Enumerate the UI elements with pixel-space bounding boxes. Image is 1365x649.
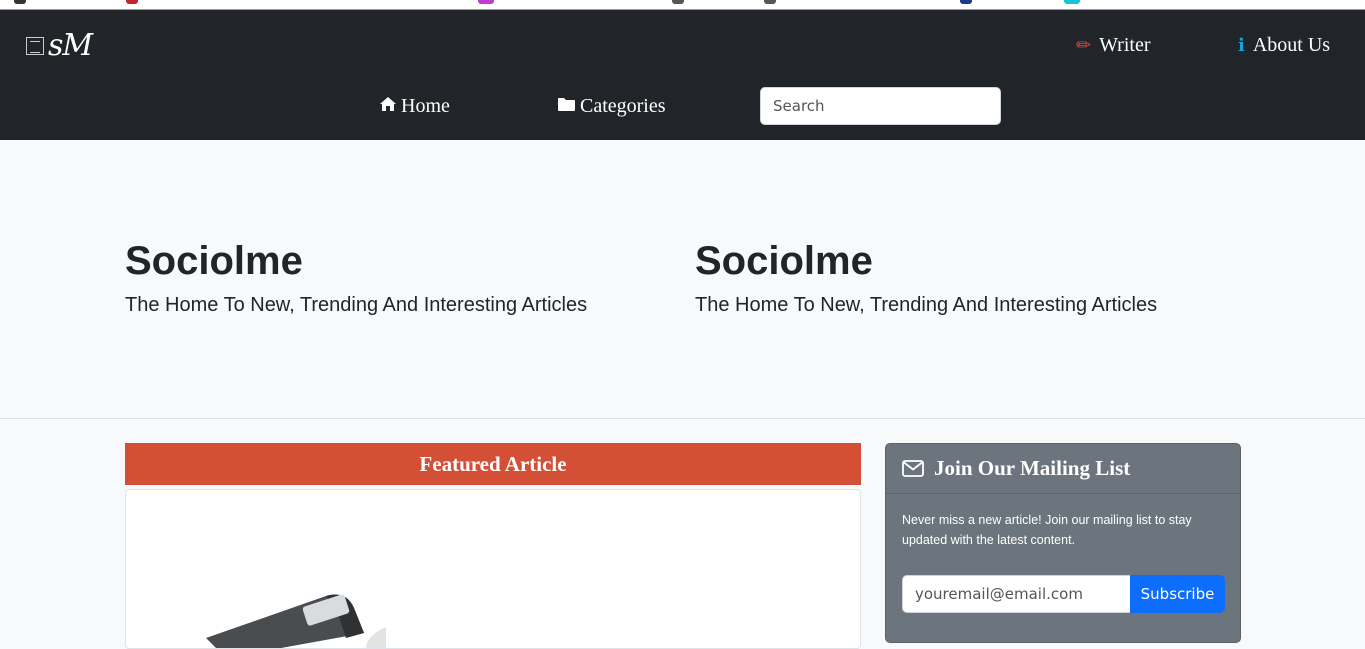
nav-categories-link[interactable]: Categories bbox=[557, 95, 666, 118]
nav-writer-label: Writer bbox=[1099, 34, 1151, 56]
nav-home-link[interactable]: Home bbox=[379, 95, 450, 118]
subscribe-form: Subscribe bbox=[902, 575, 1225, 613]
featured-article-image bbox=[206, 594, 386, 648]
pencil-icon: ✏ bbox=[1076, 35, 1092, 55]
site-logo[interactable]: sM bbox=[26, 28, 93, 63]
bookmark-icon bbox=[126, 0, 138, 4]
info-icon: i bbox=[1238, 35, 1245, 56]
hero-column: Sociolme The Home To New, Trending And I… bbox=[695, 238, 1157, 317]
email-input[interactable] bbox=[902, 575, 1130, 613]
subscribe-button[interactable]: Subscribe bbox=[1130, 575, 1225, 613]
featured-article-card[interactable] bbox=[125, 489, 861, 649]
bookmark-icon bbox=[672, 0, 684, 4]
top-navbar: sM ✏ Writer i About Us Home Categories bbox=[0, 10, 1365, 140]
bookmark-icon bbox=[960, 0, 972, 4]
home-icon bbox=[379, 96, 397, 117]
nav-home-label: Home bbox=[401, 95, 450, 117]
featured-article-header: Featured Article bbox=[125, 443, 861, 485]
nav-about-link[interactable]: i About Us bbox=[1238, 34, 1330, 57]
envelope-icon bbox=[902, 460, 924, 477]
hero-tagline: The Home To New, Trending And Interestin… bbox=[125, 294, 588, 316]
mailing-list-card: Join Our Mailing List Never miss a new a… bbox=[885, 443, 1241, 643]
mailing-list-description: Never miss a new article! Join our maili… bbox=[902, 513, 1192, 547]
hero-banner: Sociolme The Home To New, Trending And I… bbox=[0, 140, 1365, 419]
folder-icon bbox=[557, 97, 576, 117]
mailing-list-title: Join Our Mailing List bbox=[934, 456, 1131, 480]
hero-column: Sociolme The Home To New, Trending And I… bbox=[125, 238, 587, 317]
bookmark-icon bbox=[14, 0, 26, 4]
mailing-list-header: Join Our Mailing List bbox=[886, 444, 1240, 494]
bookmark-icon bbox=[1064, 0, 1080, 4]
nav-categories-label: Categories bbox=[580, 95, 666, 117]
nav-writer-link[interactable]: ✏ Writer bbox=[1076, 34, 1150, 57]
logo-icon bbox=[26, 36, 44, 55]
browser-bookmark-strip bbox=[0, 0, 1365, 10]
hero-title: Sociolme bbox=[125, 239, 303, 283]
nav-about-label: About Us bbox=[1252, 34, 1331, 56]
hero-title: Sociolme bbox=[695, 239, 873, 283]
hero-tagline: The Home To New, Trending And Interestin… bbox=[695, 294, 1158, 316]
search-input[interactable] bbox=[760, 87, 1001, 125]
bookmark-icon bbox=[478, 0, 494, 4]
bookmark-icon bbox=[764, 0, 776, 4]
logo-text: sM bbox=[48, 28, 93, 63]
